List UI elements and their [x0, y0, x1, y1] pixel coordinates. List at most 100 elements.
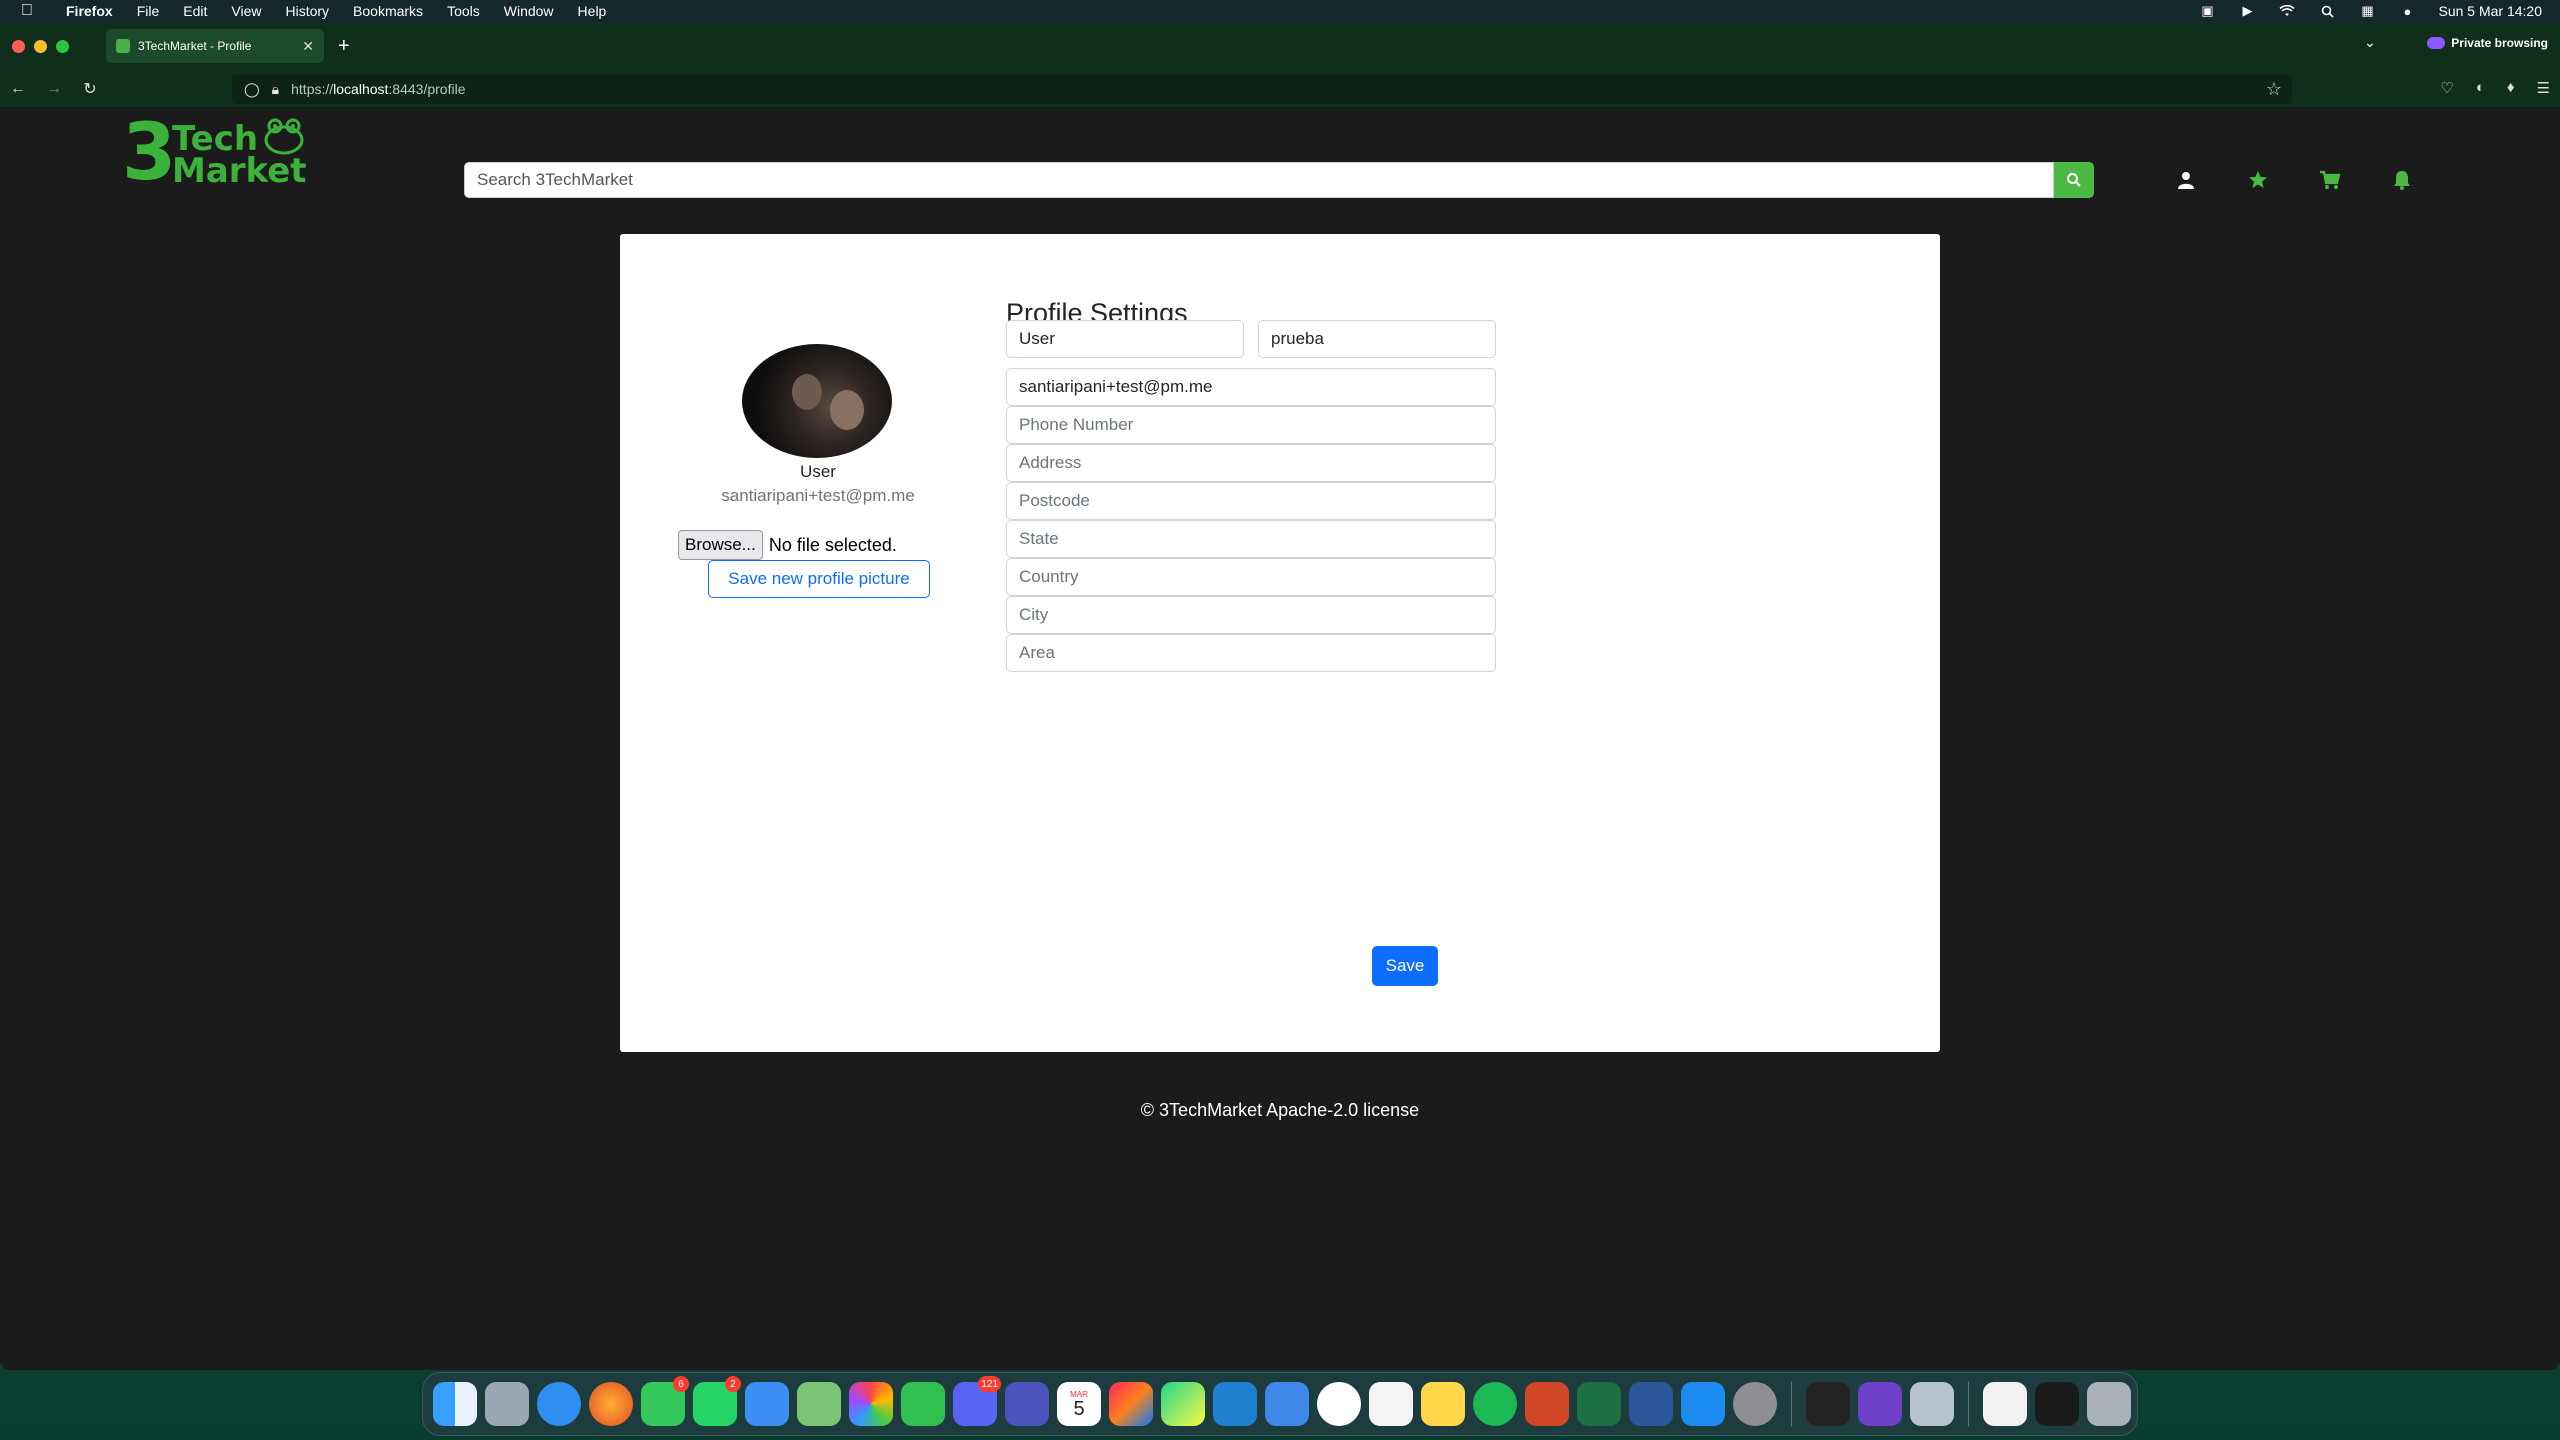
firefox-icon[interactable] [589, 1382, 633, 1426]
notifications-bell-icon[interactable] [2388, 168, 2416, 192]
tracking-protection-shield-icon[interactable]: ◯ [244, 81, 260, 98]
intellij-idea-icon[interactable] [1109, 1382, 1153, 1426]
account-icon[interactable]: ◐ [2476, 79, 2485, 97]
save-profile-picture-button[interactable]: Save new profile picture [708, 560, 930, 598]
xcode-icon[interactable] [1265, 1382, 1309, 1426]
back-button[interactable]: ← [0, 80, 36, 98]
play-icon[interactable]: ▶ [2238, 3, 2256, 18]
github-desktop-icon[interactable] [1858, 1382, 1902, 1426]
private-browsing-label: Private browsing [2451, 36, 2548, 50]
extensions-icon[interactable]: ♦ [2507, 79, 2515, 97]
mail-icon[interactable] [745, 1382, 789, 1426]
search-bar [464, 162, 2094, 198]
favorites-star-icon[interactable] [2244, 168, 2272, 192]
menu-app-firefox[interactable]: Firefox [54, 3, 125, 19]
apple-icon[interactable]:  [0, 2, 54, 20]
site-footer: © 3TechMarket Apache-2.0 license [1140, 1100, 1420, 1120]
tab-bar: 3TechMarket - Profile ✕ + ⌄ Private brow… [0, 22, 2560, 70]
browse-file-button[interactable]: Browse... [678, 530, 763, 560]
address-bar[interactable]: ◯ 🔒︎ https://localhost:8443/profile ☆ [232, 74, 2292, 104]
menu-clock[interactable]: Sun 5 Mar 14:20 [2438, 3, 2542, 19]
menu-view[interactable]: View [219, 3, 273, 19]
country-field[interactable]: Country [1006, 558, 1496, 596]
document-icon[interactable] [1983, 1382, 2027, 1426]
lock-icon[interactable]: 🔒︎ [272, 81, 279, 98]
menu-bookmarks[interactable]: Bookmarks [341, 3, 435, 19]
safari-icon[interactable] [537, 1382, 581, 1426]
system-settings-icon[interactable] [1733, 1382, 1777, 1426]
whatsapp-icon[interactable]: 2 [693, 1376, 741, 1426]
teams-icon[interactable] [1005, 1382, 1049, 1426]
word-icon[interactable] [1629, 1382, 1673, 1426]
city-field[interactable]: City [1006, 596, 1496, 634]
calendar-icon[interactable]: MAR 5 [1057, 1382, 1101, 1426]
search-input[interactable] [464, 162, 2054, 198]
menu-history[interactable]: History [273, 3, 341, 19]
facetime-icon[interactable] [901, 1382, 945, 1426]
text-editor-icon[interactable] [1317, 1382, 1361, 1426]
cart-icon[interactable] [2316, 168, 2344, 192]
pocket-icon[interactable]: ♡ [2440, 79, 2453, 97]
minimize-window-button[interactable] [34, 39, 47, 53]
activity-monitor-icon[interactable] [1806, 1382, 1850, 1426]
messages-icon[interactable]: 6 [641, 1376, 689, 1426]
launchpad-icon[interactable] [485, 1382, 529, 1426]
toolbar-right-icons: ♡ ◐ ♦ ☰ [2440, 79, 2550, 97]
spotify-icon[interactable] [1473, 1382, 1517, 1426]
menu-edit[interactable]: Edit [171, 3, 219, 19]
tab-title: 3TechMarket - Profile [138, 39, 252, 53]
url-text[interactable]: https://localhost:8443/profile [291, 81, 465, 97]
phone-number-field[interactable]: Phone Number [1006, 406, 1496, 444]
new-tab-button[interactable]: + [338, 35, 350, 58]
notes-icon[interactable] [1421, 1382, 1465, 1426]
excel-icon[interactable] [1577, 1382, 1621, 1426]
trash-icon[interactable] [2087, 1382, 2131, 1426]
list-tabs-chevron-icon[interactable]: ⌄ [2364, 34, 2376, 51]
menu-help[interactable]: Help [566, 3, 619, 19]
zoom-window-button[interactable] [56, 39, 69, 53]
menu-window[interactable]: Window [492, 3, 566, 19]
site-logo[interactable]: 3 Tech Market [122, 114, 308, 194]
tab-close-icon[interactable]: ✕ [302, 38, 314, 55]
area-field[interactable]: Area [1006, 634, 1496, 672]
first-name-field[interactable]: User [1006, 320, 1244, 358]
maps-icon[interactable] [797, 1382, 841, 1426]
siri-icon[interactable]: ● [2398, 4, 2416, 19]
menu-file[interactable]: File [125, 3, 172, 19]
tab-profile[interactable]: 3TechMarket - Profile ✕ [106, 29, 324, 63]
navigation-toolbar: ← → ↻ ◯ 🔒︎ https://localhost:8443/profil… [0, 70, 2560, 108]
pycharm-icon[interactable] [1161, 1382, 1205, 1426]
terminal-icon[interactable] [2035, 1382, 2079, 1426]
wifi-icon[interactable] [2278, 4, 2296, 18]
close-window-button[interactable] [12, 39, 25, 53]
save-button[interactable]: Save [1372, 946, 1438, 986]
display-icon[interactable]: ▣ [2198, 3, 2216, 18]
favicon-icon [116, 39, 130, 53]
discord-icon[interactable]: 121 [953, 1376, 1001, 1426]
vscode-icon[interactable] [1213, 1382, 1257, 1426]
bookmark-star-icon[interactable]: ☆ [2266, 79, 2282, 100]
user-icon[interactable] [2172, 168, 2200, 192]
control-center-icon[interactable]: ▦ [2358, 3, 2376, 18]
finder-icon[interactable] [433, 1382, 477, 1426]
hamburger-menu-icon[interactable]: ☰ [2537, 79, 2550, 97]
frog-mascot-icon [264, 118, 304, 155]
spotlight-search-icon[interactable] [2318, 4, 2336, 18]
postcode-field[interactable]: Postcode [1006, 482, 1496, 520]
window-controls [0, 39, 106, 53]
reminders-icon[interactable] [1369, 1382, 1413, 1426]
powerpoint-icon[interactable] [1525, 1382, 1569, 1426]
menu-tools[interactable]: Tools [435, 3, 492, 19]
forward-button[interactable]: → [36, 80, 72, 98]
messages-badge: 6 [673, 1376, 689, 1392]
email-field[interactable]: santiaripani+test@pm.me [1006, 368, 1496, 406]
state-field[interactable]: State [1006, 520, 1496, 558]
preview-icon[interactable] [1910, 1382, 1954, 1426]
logo-digit: 3 [122, 108, 177, 198]
reload-button[interactable]: ↻ [72, 79, 108, 99]
last-name-field[interactable]: prueba [1258, 320, 1496, 358]
search-button[interactable] [2054, 162, 2094, 198]
app-store-icon[interactable] [1681, 1382, 1725, 1426]
photos-icon[interactable] [849, 1382, 893, 1426]
address-field[interactable]: Address [1006, 444, 1496, 482]
